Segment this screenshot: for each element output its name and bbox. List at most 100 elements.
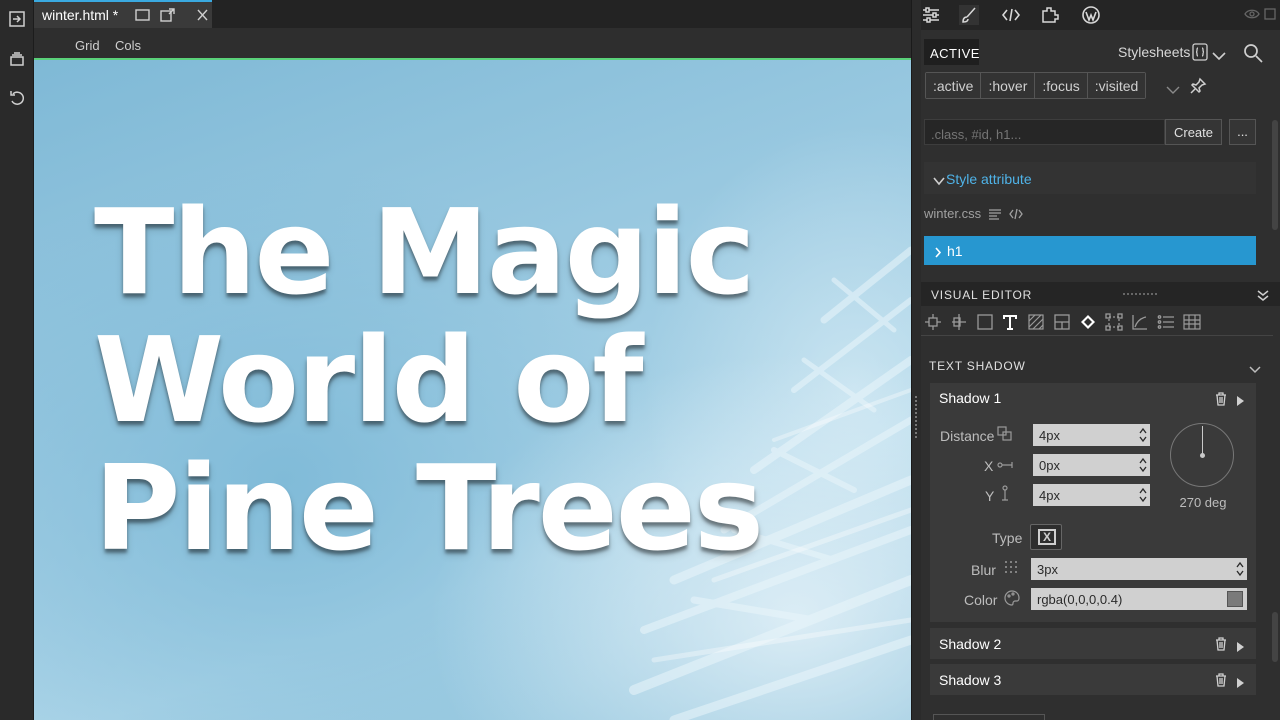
- border-icon[interactable]: [1053, 313, 1071, 331]
- angle-dial[interactable]: [1170, 423, 1234, 487]
- shadow-1-title[interactable]: Shadow 1: [939, 390, 1001, 406]
- window-icon[interactable]: [135, 8, 150, 22]
- visual-editor-header: VISUAL EDITOR: [921, 282, 1280, 306]
- pseudo-hover-button[interactable]: :hover: [981, 73, 1036, 98]
- color-value: rgba(0,0,0,0.4): [1037, 592, 1123, 607]
- play-icon[interactable]: [1237, 393, 1244, 406]
- settings-sliders-icon[interactable]: [921, 5, 941, 25]
- shadow-3-title: Shadow 3: [939, 672, 1002, 688]
- play-icon[interactable]: [1237, 639, 1244, 652]
- panel-scrollbar[interactable]: [1272, 120, 1278, 230]
- text-icon[interactable]: [1001, 313, 1019, 331]
- stylesheet-braces-icon[interactable]: [1192, 43, 1208, 61]
- panel-top-bar: [921, 0, 1280, 30]
- code-icon[interactable]: [1001, 5, 1021, 25]
- blur-value: 3px: [1037, 562, 1058, 577]
- collapse-icon[interactable]: [1256, 288, 1270, 302]
- page-canvas[interactable]: The Magic World of Pine Trees: [34, 60, 911, 720]
- import-icon[interactable]: [8, 10, 26, 28]
- table-icon[interactable]: [1183, 313, 1201, 331]
- eye-icon[interactable]: [1244, 7, 1260, 21]
- align-icon[interactable]: [950, 313, 968, 331]
- x-offset-value: 0px: [1039, 458, 1060, 473]
- fill-shadow-icon[interactable]: [1079, 313, 1097, 331]
- trash-icon[interactable]: [1215, 637, 1227, 651]
- trash-icon[interactable]: [1215, 673, 1227, 687]
- splitter-grip[interactable]: [915, 396, 917, 440]
- dial-needle[interactable]: [1202, 426, 1203, 456]
- inset-toggle-button[interactable]: X: [1030, 524, 1062, 550]
- right-panel: ACTIVE Stylesheets :active :hover :focus…: [921, 0, 1280, 720]
- create-button[interactable]: Create: [1165, 119, 1222, 145]
- y-offset-input[interactable]: 4px: [1033, 484, 1150, 506]
- blur-input[interactable]: 3px: [1031, 558, 1247, 580]
- list-icon[interactable]: [1157, 313, 1175, 331]
- code-icon[interactable]: [1009, 207, 1023, 221]
- transform-icon[interactable]: [1105, 313, 1123, 331]
- chevron-down-icon[interactable]: [1249, 361, 1261, 374]
- cols-button[interactable]: Cols: [115, 38, 141, 53]
- add-shadow-button[interactable]: [933, 714, 1045, 720]
- palette-icon[interactable]: [1004, 590, 1020, 606]
- trash-icon[interactable]: [1215, 392, 1227, 406]
- stepper-icon[interactable]: [1236, 560, 1244, 578]
- stylesheets-label[interactable]: Stylesheets: [1118, 44, 1190, 60]
- brush-icon[interactable]: [959, 5, 979, 25]
- layers-icon[interactable]: [8, 50, 26, 68]
- transition-icon[interactable]: [1131, 313, 1149, 331]
- blur-icon: [1003, 559, 1019, 575]
- stepper-icon[interactable]: [1139, 426, 1147, 444]
- y-offset-value: 4px: [1039, 488, 1060, 503]
- shadow-3-card[interactable]: Shadow 3: [930, 664, 1256, 695]
- style-attribute-row[interactable]: Style attribute: [924, 162, 1256, 194]
- new-window-icon[interactable]: [160, 8, 175, 22]
- search-icon[interactable]: [1243, 43, 1263, 63]
- selector-input[interactable]: [924, 119, 1165, 145]
- left-rail: [0, 0, 34, 720]
- more-options-button[interactable]: ...: [1229, 119, 1256, 145]
- visual-editor-scrollbar[interactable]: [1272, 612, 1278, 662]
- vertical-offset-icon: [997, 485, 1013, 501]
- grid-button[interactable]: Grid: [75, 38, 100, 53]
- wordpress-icon[interactable]: [1081, 5, 1101, 25]
- angle-value: 270 deg: [1179, 495, 1227, 510]
- tab-winter-html[interactable]: winter.html *: [34, 0, 212, 28]
- list-align-icon[interactable]: [988, 207, 1002, 221]
- stepper-icon[interactable]: [1139, 456, 1147, 474]
- chevron-down-icon[interactable]: [1212, 48, 1226, 61]
- color-swatch[interactable]: [1227, 591, 1243, 607]
- position-icon[interactable]: [924, 313, 942, 331]
- pseudo-focus-button[interactable]: :focus: [1035, 73, 1088, 98]
- box-icon[interactable]: [976, 313, 994, 331]
- distance-input[interactable]: 4px: [1033, 424, 1150, 446]
- pin-icon[interactable]: [1189, 77, 1207, 95]
- plugin-icon[interactable]: [1040, 5, 1060, 25]
- undo-icon[interactable]: [8, 89, 26, 107]
- pseudo-visited-button[interactable]: :visited: [1087, 73, 1146, 98]
- x-offset-input[interactable]: 0px: [1033, 454, 1150, 476]
- resize-grip[interactable]: [1123, 293, 1157, 295]
- x-label: X: [984, 458, 994, 474]
- pseudo-class-group: :active :hover :focus :visited: [925, 72, 1147, 99]
- text-shadow-header[interactable]: TEXT SHADOW: [929, 359, 1026, 373]
- pseudo-more-chevron-icon[interactable]: [1166, 82, 1180, 94]
- background-icon[interactable]: [1027, 313, 1045, 331]
- stepper-icon[interactable]: [1139, 486, 1147, 504]
- color-input[interactable]: rgba(0,0,0,0.4): [1031, 588, 1247, 610]
- close-icon[interactable]: [195, 8, 210, 22]
- distance-value: 4px: [1039, 428, 1060, 443]
- panel-menu-icon[interactable]: [1264, 7, 1276, 20]
- panel-splitter[interactable]: [911, 0, 921, 720]
- horizontal-offset-icon: [997, 457, 1013, 473]
- rule-h1-row[interactable]: h1: [924, 236, 1256, 265]
- document-tab-bar: winter.html *: [34, 0, 911, 28]
- play-icon[interactable]: [1237, 675, 1244, 688]
- shadow-2-card[interactable]: Shadow 2: [930, 628, 1256, 659]
- stylesheet-name[interactable]: winter.css: [924, 206, 981, 221]
- hero-heading[interactable]: The Magic World of Pine Trees: [94, 188, 894, 572]
- tab-active[interactable]: ACTIVE: [924, 39, 979, 65]
- blur-label: Blur: [971, 562, 996, 578]
- color-label: Color: [964, 592, 998, 608]
- pseudo-active-button[interactable]: :active: [926, 73, 982, 98]
- distance-label: Distance: [940, 428, 995, 444]
